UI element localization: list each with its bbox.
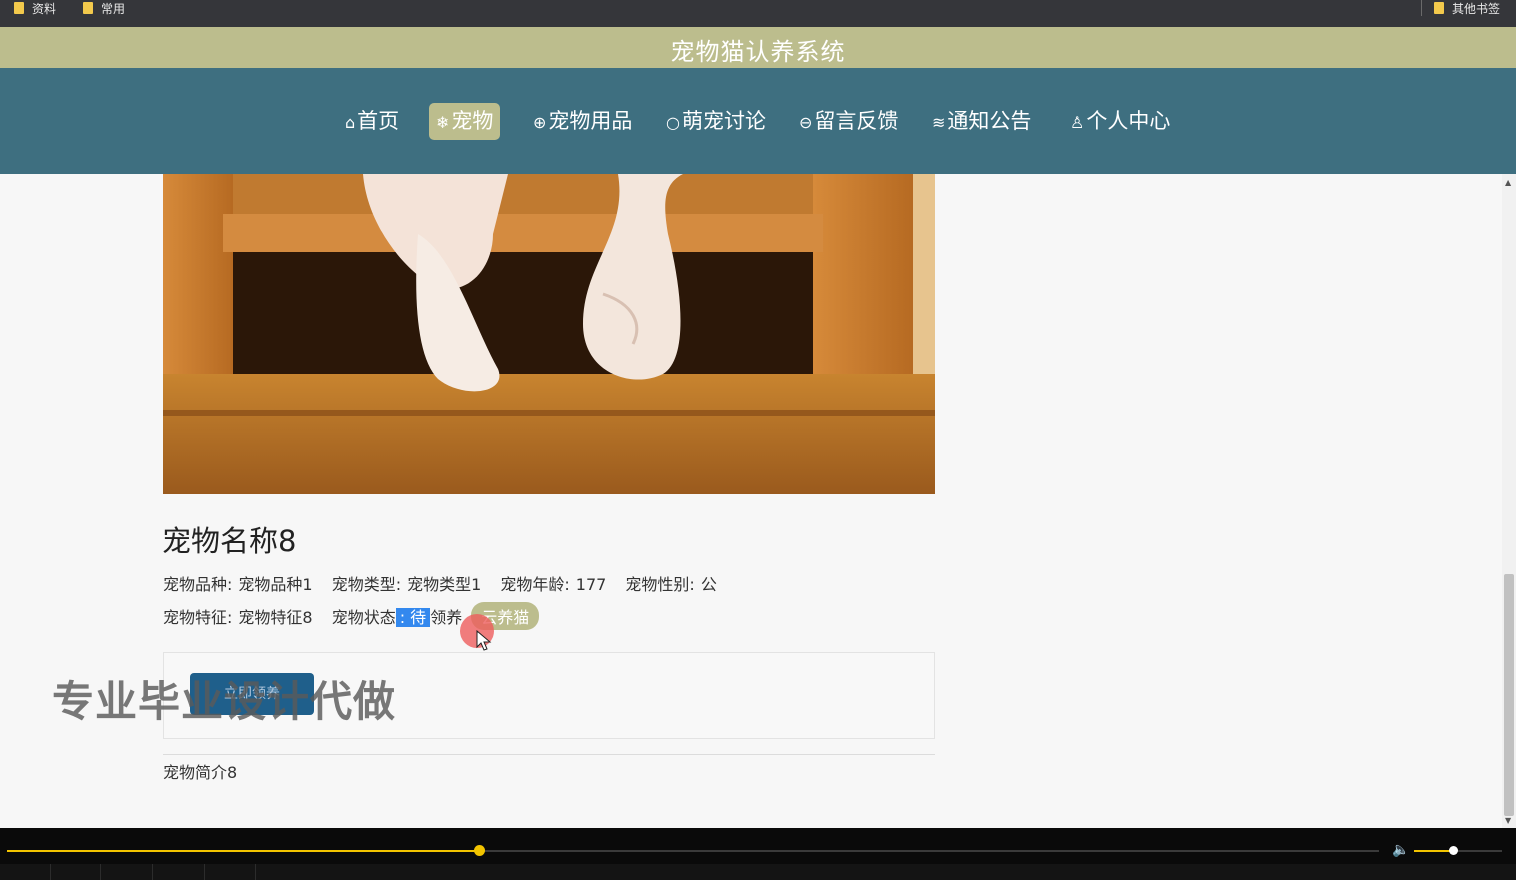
volume-fill (1414, 850, 1453, 852)
other-bookmarks-label: 其他书签 (1452, 1, 1501, 16)
progress-fill (7, 850, 479, 852)
nav-label: 通知公告 (947, 109, 1032, 133)
other-bookmarks[interactable]: 其他书签 (1434, 0, 1500, 16)
section-divider (163, 754, 935, 755)
status-selected-text: : 待 (395, 608, 431, 627)
type-label: 宠物类型: (331, 575, 402, 594)
nav-label: 萌宠讨论 (681, 109, 766, 133)
watermark-text: 专业毕业设计代做 (52, 677, 397, 726)
bookmark-label: 常用 (101, 1, 126, 16)
bookmarks-bar: 资料 常用 其他书签 (0, 0, 1516, 27)
nav-home[interactable]: ⌂首页 (338, 103, 406, 140)
main-nav: ⌂首页 ❄宠物 ⊕宠物用品 ○萌宠讨论 ⊖留言反馈 ≋通知公告 ♙个人中心 (0, 68, 1516, 174)
nav-discussion[interactable]: ○萌宠讨论 (659, 103, 773, 140)
gender-value: 公 (700, 575, 717, 594)
volume-icon[interactable]: 🔈 (1392, 842, 1409, 858)
mouse-pointer-icon (476, 630, 492, 651)
folder-icon (14, 2, 24, 14)
bookmark-folder[interactable]: 资料 (14, 0, 56, 16)
age-value: 177 (575, 575, 607, 594)
feedback-icon: ⊖ (799, 113, 813, 132)
nav-feedback[interactable]: ⊖留言反馈 (792, 103, 905, 140)
status-label: 宠物状态 (331, 608, 396, 627)
bookmark-divider (1421, 0, 1422, 16)
breed-value: 宠物品种1 (238, 575, 313, 594)
nav-label: 个人中心 (1086, 109, 1171, 133)
age-label: 宠物年龄: (500, 575, 570, 594)
feature-value: 宠物特征8 (238, 608, 313, 627)
nav-notice[interactable]: ≋通知公告 (925, 103, 1038, 140)
scroll-up-icon[interactable]: ▲ (1505, 178, 1511, 187)
notice-icon: ≋ (932, 113, 946, 132)
nav-label: 留言反馈 (814, 109, 899, 133)
supplies-icon: ⊕ (533, 113, 547, 132)
site-title: 宠物猫认养系统 (670, 38, 846, 66)
folder-icon (83, 2, 93, 14)
scroll-thumb[interactable] (1504, 574, 1514, 816)
folder-icon (1434, 2, 1444, 14)
nav-pets[interactable]: ❄宠物 (429, 103, 501, 140)
video-player-bar: 🔈 (0, 828, 1516, 880)
bookmark-folder[interactable]: 常用 (83, 0, 125, 16)
nav-supplies[interactable]: ⊕宠物用品 (526, 103, 639, 140)
scroll-down-icon[interactable]: ▼ (1505, 816, 1511, 825)
feature-label: 宠物特征: (163, 608, 233, 627)
site-header: 宠物猫认养系统 (0, 27, 1516, 68)
breed-label: 宠物品种: (163, 575, 233, 594)
home-icon: ⌂ (345, 113, 356, 132)
player-control-strip (0, 864, 1516, 880)
user-icon: ♙ (1070, 113, 1085, 132)
nav-label: 宠物用品 (548, 109, 633, 133)
nav-user-center[interactable]: ♙个人中心 (1063, 103, 1177, 140)
volume-track[interactable] (1414, 846, 1502, 855)
pet-photo (163, 174, 935, 494)
type-value: 宠物类型1 (407, 575, 482, 594)
bookmark-label: 资料 (32, 1, 57, 16)
nav-label: 首页 (357, 109, 400, 133)
pet-name: 宠物名称8 (162, 524, 297, 558)
pet-info-row-1: 宠物品种: 宠物品种1 宠物类型: 宠物类型1 宠物年龄: 177 宠物性别: 公 (163, 571, 731, 595)
pet-intro: 宠物简介8 (163, 763, 238, 782)
status-value: 领养 (430, 608, 463, 627)
progress-knob[interactable] (473, 845, 485, 856)
gender-label: 宠物性别: (625, 575, 695, 594)
pet-icon: ❄ (436, 113, 450, 132)
nav-label: 宠物 (451, 109, 494, 133)
volume-knob[interactable] (1448, 846, 1458, 855)
page-scrollbar[interactable]: ▲ ▼ (1502, 174, 1516, 828)
discussion-icon: ○ (666, 113, 680, 132)
progress-track[interactable] (7, 845, 1379, 856)
